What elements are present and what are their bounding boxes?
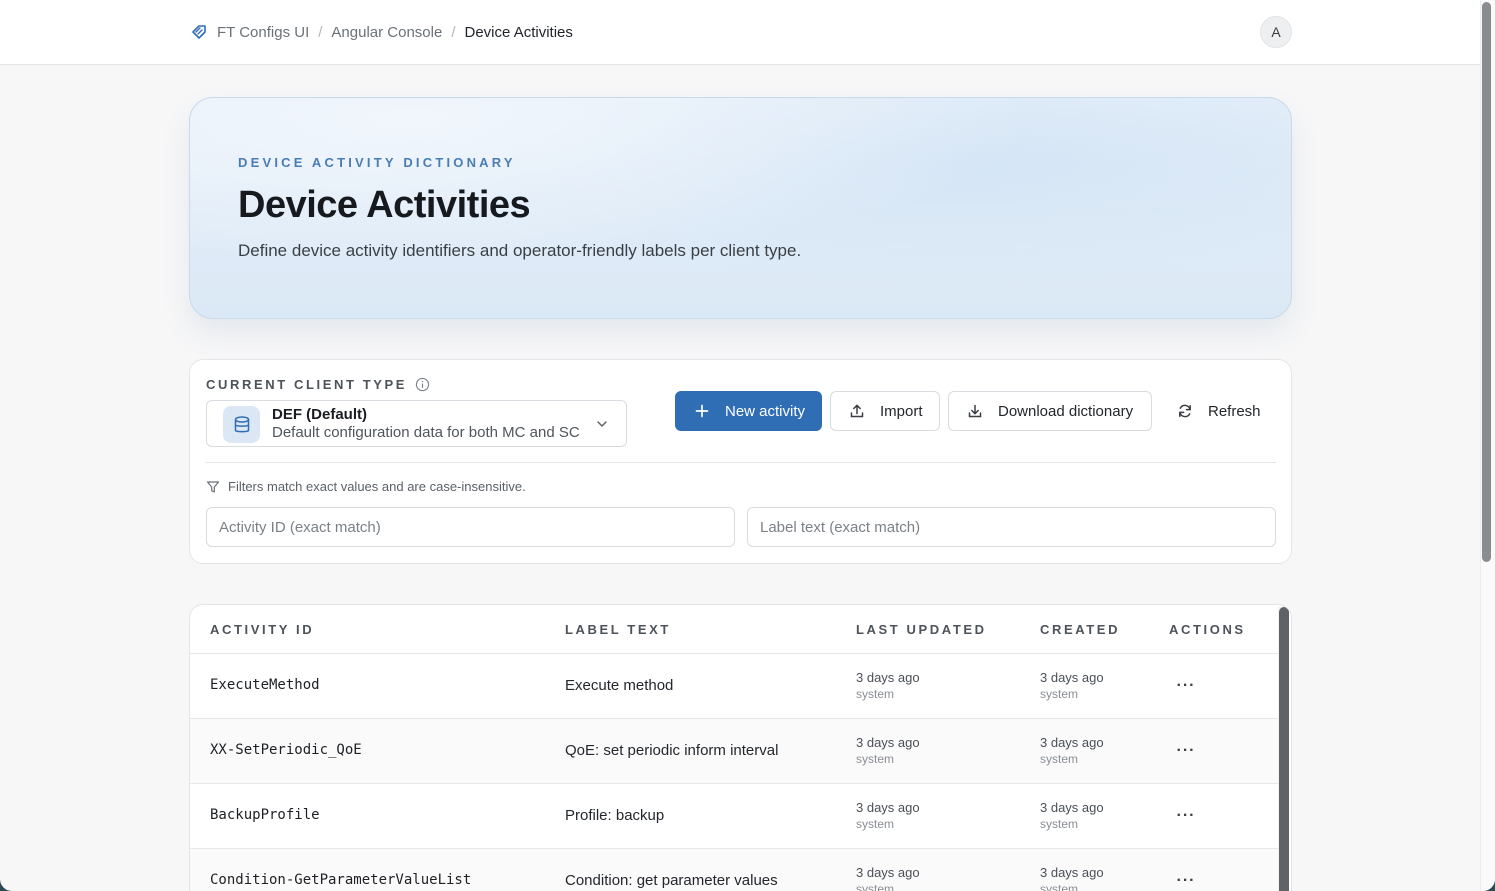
last-updated-time: 3 days ago xyxy=(856,865,920,880)
filter-icon xyxy=(206,480,220,494)
new-activity-button[interactable]: New activity xyxy=(675,391,822,431)
last-updated-time: 3 days ago xyxy=(856,670,920,685)
filter-hint: Filters match exact values and are case-… xyxy=(206,479,526,494)
hero-eyebrow: DEVICE ACTIVITY DICTIONARY xyxy=(238,155,516,170)
last-updated-time: 3 days ago xyxy=(856,735,920,750)
breadcrumb: FT Configs UI / Angular Console / Device… xyxy=(190,22,573,42)
activity-id-filter-input[interactable] xyxy=(206,507,735,547)
hero-banner: DEVICE ACTIVITY DICTIONARY Device Activi… xyxy=(189,97,1292,319)
column-header-label-text[interactable]: LABEL TEXT xyxy=(565,622,671,637)
label-text-cell: Profile: backup xyxy=(565,807,665,824)
table-row[interactable]: ExecuteMethod Execute method 3 days ago s… xyxy=(190,654,1278,719)
breadcrumb-separator: / xyxy=(318,23,323,41)
client-type-label: CURRENT CLIENT TYPE xyxy=(206,377,430,392)
last-updated-time: 3 days ago xyxy=(856,800,920,815)
page-title: Device Activities xyxy=(238,184,531,226)
client-type-description: Default configuration data for both MC a… xyxy=(272,424,580,441)
more-actions-icon[interactable]: ··· xyxy=(1175,806,1197,826)
label-text-cell: Execute method xyxy=(565,677,674,694)
created-time: 3 days ago xyxy=(1040,670,1104,685)
tag-icon[interactable] xyxy=(190,23,208,41)
page-scrollbar-thumb[interactable] xyxy=(1482,2,1491,562)
client-type-select[interactable]: DEF (Default) Default configuration data… xyxy=(206,400,627,447)
created-by: system xyxy=(1040,687,1079,701)
import-button[interactable]: Import xyxy=(830,391,940,431)
created-time: 3 days ago xyxy=(1040,865,1104,880)
refresh-label: Refresh xyxy=(1208,402,1261,420)
last-updated-by: system xyxy=(856,752,895,766)
last-updated-cell: 3 days ago system xyxy=(856,670,920,701)
chevron-down-icon xyxy=(595,417,609,431)
activity-id-cell: Condition-GetParameterValueList xyxy=(210,872,472,888)
last-updated-cell: 3 days ago system xyxy=(856,735,920,766)
app-window: FT Configs UI / Angular Console / Device… xyxy=(0,0,1495,891)
created-cell: 3 days ago system xyxy=(1040,735,1104,766)
breadcrumb-separator: / xyxy=(451,23,456,41)
page-subtitle: Define device activity identifiers and o… xyxy=(238,241,802,260)
column-header-created[interactable]: CREATED xyxy=(1040,622,1120,637)
refresh-button[interactable]: Refresh xyxy=(1158,391,1276,431)
table-row[interactable]: XX-SetPeriodic_QoE QoE: set periodic inf… xyxy=(190,719,1278,784)
breadcrumb-item-current: Device Activities xyxy=(464,23,573,41)
more-actions-icon[interactable]: ··· xyxy=(1175,676,1197,696)
activity-id-cell: ExecuteMethod xyxy=(210,677,320,693)
created-time: 3 days ago xyxy=(1040,800,1104,815)
activity-id-cell: XX-SetPeriodic_QoE xyxy=(210,742,362,758)
table-row[interactable]: Condition-GetParameterValueList Conditio… xyxy=(190,849,1278,891)
table-scrollbar-thumb[interactable] xyxy=(1279,607,1289,891)
last-updated-by: system xyxy=(856,687,895,701)
breadcrumb-item-ft-configs[interactable]: FT Configs UI xyxy=(217,24,309,41)
more-actions-icon[interactable]: ··· xyxy=(1175,741,1197,761)
client-type-label-text: CURRENT CLIENT TYPE xyxy=(206,377,408,392)
upload-icon xyxy=(849,403,865,419)
refresh-icon xyxy=(1177,403,1193,419)
database-icon xyxy=(223,406,260,443)
table-header: ACTIVITY ID LABEL TEXT LAST UPDATED CREA… xyxy=(190,605,1278,654)
last-updated-by: system xyxy=(856,882,895,891)
controls-panel: CURRENT CLIENT TYPE DEF (Default) Defaul… xyxy=(189,359,1292,564)
more-actions-icon[interactable]: ··· xyxy=(1175,871,1197,891)
import-label: Import xyxy=(880,402,923,420)
column-header-actions: ACTIONS xyxy=(1169,622,1246,637)
created-cell: 3 days ago system xyxy=(1040,865,1104,891)
new-activity-label: New activity xyxy=(725,402,806,420)
created-cell: 3 days ago system xyxy=(1040,670,1104,701)
download-dictionary-button[interactable]: Download dictionary xyxy=(948,391,1152,431)
download-icon xyxy=(967,403,983,419)
user-avatar[interactable]: A xyxy=(1260,16,1292,48)
last-updated-by: system xyxy=(856,817,895,831)
table-row[interactable]: BackupProfile Profile: backup 3 days ago… xyxy=(190,784,1278,849)
breadcrumb-item-angular-console[interactable]: Angular Console xyxy=(331,24,442,41)
panel-divider xyxy=(206,462,1276,463)
info-icon[interactable] xyxy=(415,377,430,392)
last-updated-cell: 3 days ago system xyxy=(856,800,920,831)
created-by: system xyxy=(1040,817,1079,831)
created-by: system xyxy=(1040,882,1079,891)
created-cell: 3 days ago system xyxy=(1040,800,1104,831)
last-updated-cell: 3 days ago system xyxy=(856,865,920,891)
plus-icon xyxy=(694,403,710,419)
download-dictionary-label: Download dictionary xyxy=(998,402,1134,420)
created-time: 3 days ago xyxy=(1040,735,1104,750)
activity-id-cell: BackupProfile xyxy=(210,807,320,823)
activities-table: ACTIVITY ID LABEL TEXT LAST UPDATED CREA… xyxy=(189,604,1292,891)
filter-hint-text: Filters match exact values and are case-… xyxy=(228,479,526,494)
top-bar: FT Configs UI / Angular Console / Device… xyxy=(0,0,1480,65)
column-header-last-updated[interactable]: LAST UPDATED xyxy=(856,622,987,637)
column-header-activity-id[interactable]: ACTIVITY ID xyxy=(210,622,314,637)
client-type-name: DEF (Default) xyxy=(272,406,367,423)
label-text-filter-input[interactable] xyxy=(747,507,1276,547)
label-text-cell: QoE: set periodic inform interval xyxy=(565,742,779,759)
label-text-cell: Condition: get parameter values xyxy=(565,872,778,889)
created-by: system xyxy=(1040,752,1079,766)
